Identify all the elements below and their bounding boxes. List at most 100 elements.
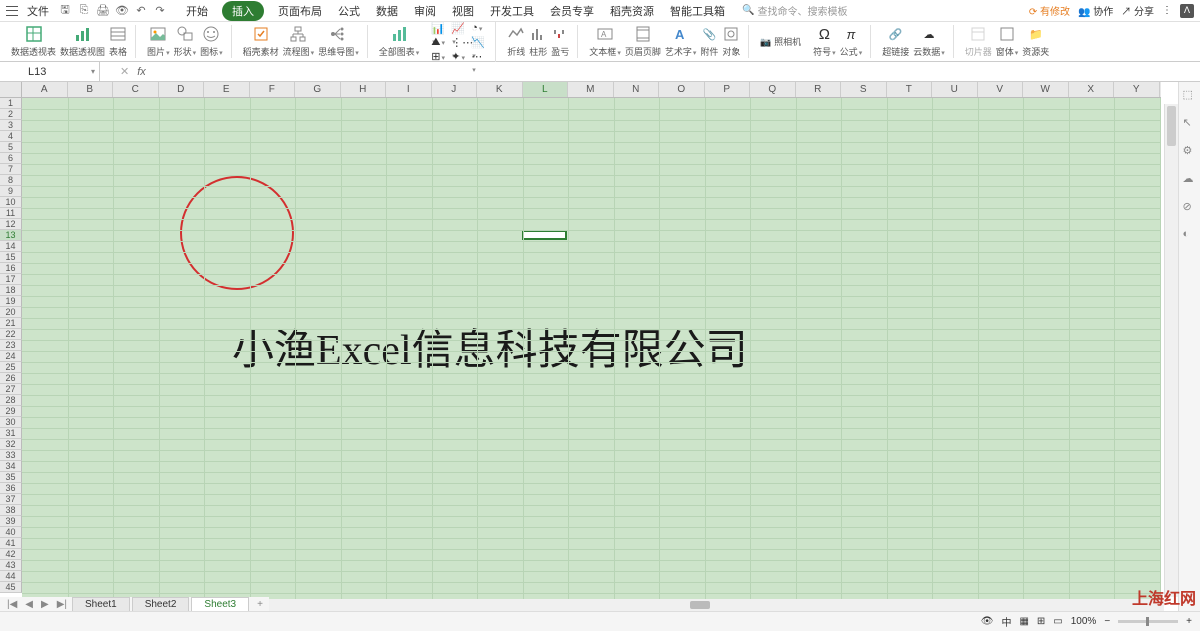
row-header-18[interactable]: 18 xyxy=(0,285,22,296)
tab-formula[interactable]: 公式 xyxy=(336,1,362,21)
combo-chart-icon[interactable]: ⊞▾ xyxy=(431,50,445,61)
row-header-29[interactable]: 29 xyxy=(0,406,22,417)
sheet-tab-2[interactable]: Sheet2 xyxy=(132,597,190,612)
tab-insert[interactable]: 插入 xyxy=(222,1,264,21)
cells-canvas[interactable]: 小渔Excel信息科技有限公司 xyxy=(22,98,1161,630)
col-header-K[interactable]: K xyxy=(477,82,523,97)
cancel-icon[interactable]: ✕ xyxy=(120,65,129,78)
sheet-tab-1[interactable]: Sheet1 xyxy=(72,597,130,612)
tab-data[interactable]: 数据 xyxy=(374,1,400,21)
hyperlink-button[interactable]: 🔗超链接 xyxy=(882,25,909,58)
pivot-chart-button[interactable]: 数据透视图 xyxy=(60,25,105,58)
circle-shape[interactable] xyxy=(180,176,294,290)
side-style-icon[interactable]: ⚙ xyxy=(1183,144,1197,158)
row-header-43[interactable]: 43 xyxy=(0,560,22,571)
row-header-36[interactable]: 36 xyxy=(0,483,22,494)
hamburger-icon[interactable] xyxy=(6,6,18,16)
col-header-A[interactable]: A xyxy=(22,82,68,97)
sheet-nav-next[interactable]: ▶ xyxy=(38,599,52,610)
tab-smart[interactable]: 智能工具箱 xyxy=(668,1,727,21)
camera-button[interactable]: 📷 照相机 xyxy=(760,35,801,48)
row-header-1[interactable]: 1 xyxy=(0,98,22,109)
col-header-J[interactable]: J xyxy=(432,82,478,97)
active-cell[interactable] xyxy=(522,230,567,240)
shapes-button[interactable]: 形状▾ xyxy=(174,25,197,58)
name-box[interactable]: L13 ▾ xyxy=(0,62,100,81)
view-eye-icon[interactable]: 👁 xyxy=(981,616,994,627)
col-header-B[interactable]: B xyxy=(68,82,114,97)
row-header-11[interactable]: 11 xyxy=(0,208,22,219)
flowchart-button[interactable]: 流程图▾ xyxy=(283,25,315,58)
col-header-H[interactable]: H xyxy=(341,82,387,97)
print-icon[interactable]: 🖨 xyxy=(96,4,110,18)
tab-dev[interactable]: 开发工具 xyxy=(488,1,536,21)
pending-badge[interactable]: ⟳ 有修改 xyxy=(1029,3,1070,18)
col-header-D[interactable]: D xyxy=(159,82,205,97)
col-header-F[interactable]: F xyxy=(250,82,296,97)
share-button[interactable]: ↗ 分享 xyxy=(1121,3,1154,18)
add-sheet-button[interactable]: + xyxy=(251,599,269,610)
col-header-P[interactable]: P xyxy=(705,82,751,97)
cloud-data-button[interactable]: ☁云数据▾ xyxy=(913,25,945,58)
zoom-slider[interactable] xyxy=(1118,620,1178,623)
tab-review[interactable]: 审阅 xyxy=(412,1,438,21)
collapse-ribbon-icon[interactable]: ᐱ xyxy=(1180,4,1194,18)
row-header-21[interactable]: 21 xyxy=(0,318,22,329)
col-header-Q[interactable]: Q xyxy=(750,82,796,97)
scatter-chart-icon[interactable]: ⋮⋯▾ xyxy=(451,36,465,47)
col-header-N[interactable]: N xyxy=(614,82,660,97)
row-header-5[interactable]: 5 xyxy=(0,142,22,153)
preview-icon[interactable]: 👁 xyxy=(115,4,129,18)
row-header-3[interactable]: 3 xyxy=(0,120,22,131)
symbol-button[interactable]: Ω符号▾ xyxy=(813,25,836,58)
all-charts-button[interactable]: 全部图表▾ xyxy=(379,25,420,58)
stock-chart-icon[interactable]: 📉▾ xyxy=(471,36,485,47)
docer-material-button[interactable]: 稻壳素材 xyxy=(243,25,279,58)
row-header-6[interactable]: 6 xyxy=(0,153,22,164)
view-page-icon[interactable]: ⊞ xyxy=(1037,616,1045,627)
sparkline-line-button[interactable]: 折线 xyxy=(507,25,525,58)
row-header-26[interactable]: 26 xyxy=(0,373,22,384)
row-header-14[interactable]: 14 xyxy=(0,241,22,252)
sheet-nav-first[interactable]: |◀ xyxy=(4,599,20,610)
row-header-10[interactable]: 10 xyxy=(0,197,22,208)
col-header-G[interactable]: G xyxy=(295,82,341,97)
save-icon[interactable]: 🖫 xyxy=(58,4,72,18)
view-normal-icon[interactable]: ▦ xyxy=(1019,616,1028,627)
tab-layout[interactable]: 页面布局 xyxy=(276,1,324,21)
sheet-tab-3[interactable]: Sheet3 xyxy=(191,597,249,612)
row-header-38[interactable]: 38 xyxy=(0,505,22,516)
tab-start[interactable]: 开始 xyxy=(184,1,210,21)
mindmap-button[interactable]: 思维导图▾ xyxy=(318,25,359,58)
collab-button[interactable]: 👥 协作 xyxy=(1078,3,1113,18)
col-header-S[interactable]: S xyxy=(841,82,887,97)
file-menu[interactable]: 文件 xyxy=(23,1,53,21)
sheet-nav-last[interactable]: ▶| xyxy=(54,599,70,610)
col-header-L[interactable]: L xyxy=(523,82,569,97)
icons-button[interactable]: 图标▾ xyxy=(200,25,223,58)
row-header-30[interactable]: 30 xyxy=(0,417,22,428)
row-header-31[interactable]: 31 xyxy=(0,428,22,439)
area-chart-icon[interactable]: ⛰▾ xyxy=(431,36,445,47)
row-header-40[interactable]: 40 xyxy=(0,527,22,538)
row-header-34[interactable]: 34 xyxy=(0,461,22,472)
vertical-scrollbar[interactable] xyxy=(1164,104,1178,597)
row-header-24[interactable]: 24 xyxy=(0,351,22,362)
view-break-icon[interactable]: ▭ xyxy=(1053,616,1062,627)
row-header-32[interactable]: 32 xyxy=(0,439,22,450)
redo-icon[interactable]: ↷ xyxy=(153,4,167,18)
search-box[interactable]: 🔍 查找命令、搜索模板 xyxy=(742,3,847,18)
equation-button[interactable]: π公式▾ xyxy=(840,25,863,58)
zoom-in-icon[interactable]: + xyxy=(1186,616,1192,627)
row-header-35[interactable]: 35 xyxy=(0,472,22,483)
row-header-39[interactable]: 39 xyxy=(0,516,22,527)
row-header-13[interactable]: 13 xyxy=(0,230,22,241)
col-header-C[interactable]: C xyxy=(113,82,159,97)
form-button[interactable]: 窗体▾ xyxy=(996,25,1019,58)
row-header-44[interactable]: 44 xyxy=(0,571,22,582)
zoom-out-icon[interactable]: − xyxy=(1104,616,1110,627)
col-header-X[interactable]: X xyxy=(1069,82,1115,97)
attachment-button[interactable]: 📎附件 xyxy=(700,25,718,58)
horizontal-scrollbar[interactable] xyxy=(220,599,1164,611)
textbox-button[interactable]: A文本框▾ xyxy=(589,25,621,58)
